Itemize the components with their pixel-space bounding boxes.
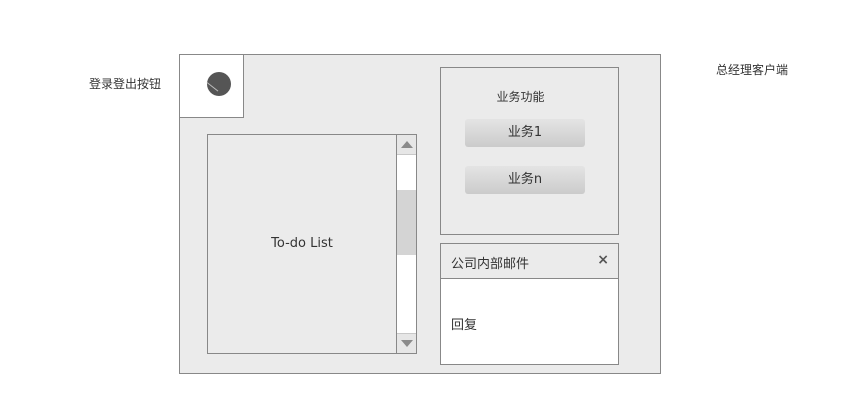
login-button-annotation: 登录登出按钮 bbox=[89, 77, 162, 91]
business-functions-title: 业务功能 bbox=[496, 90, 545, 104]
scroll-up-button[interactable] bbox=[397, 135, 416, 155]
todo-list-label: To-do List bbox=[271, 236, 333, 251]
business-n-button[interactable]: 业务n bbox=[465, 166, 585, 194]
close-icon[interactable]: × bbox=[597, 252, 609, 268]
mail-header: 公司内部邮件 × bbox=[441, 244, 618, 279]
scroll-down-button[interactable] bbox=[397, 333, 416, 353]
business-1-button[interactable]: 业务1 bbox=[465, 119, 585, 147]
business-functions-panel: 业务功能 业务1 业务n bbox=[440, 67, 619, 235]
login-circle-icon bbox=[206, 72, 231, 96]
mail-reply-text[interactable]: 回复 bbox=[451, 314, 477, 333]
mail-title: 公司内部邮件 bbox=[451, 257, 530, 272]
login-logout-button[interactable] bbox=[179, 54, 244, 118]
todo-scrollbar[interactable] bbox=[396, 135, 416, 353]
todo-list-panel[interactable]: To-do List bbox=[207, 134, 417, 354]
internal-mail-panel: 公司内部邮件 × 回复 bbox=[440, 243, 619, 365]
wireframe-canvas: 登录登出按钮 总经理客户端 To-do List 业务功能 业务1 业务n 公司… bbox=[0, 0, 867, 405]
chevron-up-icon bbox=[401, 141, 413, 148]
scroll-thumb[interactable] bbox=[397, 190, 416, 255]
chevron-down-icon bbox=[401, 340, 413, 347]
client-annotation: 总经理客户端 bbox=[716, 63, 789, 77]
